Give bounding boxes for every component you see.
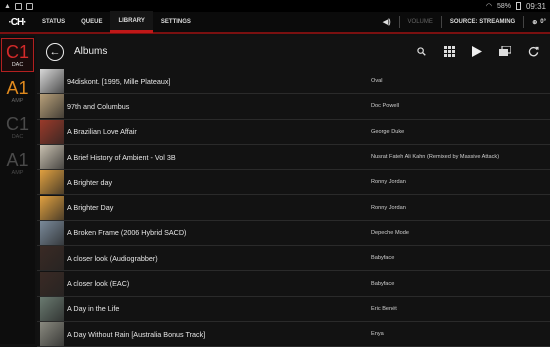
speaker-icon: ◀) [382, 19, 391, 26]
album-cover [40, 145, 64, 170]
temperature-value: 0° [540, 19, 546, 25]
zone-type: DAC [11, 133, 24, 140]
zone-type: DAC [11, 61, 24, 68]
grid-view-button[interactable] [442, 45, 456, 59]
header-actions [414, 45, 540, 59]
volume-control[interactable]: ◀) [379, 18, 395, 26]
album-row[interactable]: A Broken Frame (2006 Hybrid SACD) Depeche… [37, 220, 550, 247]
album-cover [40, 69, 64, 94]
album-artist: Eric Benét [371, 305, 397, 312]
album-title: A Day Without Rain [Australia Bonus Trac… [67, 329, 206, 339]
zone-a1-amp[interactable]: A1 AMP [1, 146, 34, 180]
album-artist: Depeche Mode [371, 229, 409, 236]
clock: 09:31 [525, 1, 546, 11]
album-title: A closer look (EAC) [67, 279, 130, 289]
album-cover [40, 195, 64, 220]
zone-code: A1 [6, 149, 29, 170]
zone-c1-dac-active[interactable]: C1 DAC [1, 38, 34, 72]
album-artist: Babyface [371, 255, 395, 262]
album-title: A Brief History of Ambient - Vol 3B [67, 152, 176, 162]
album-cover [40, 220, 64, 245]
warning-icon: ▲ [4, 2, 11, 10]
volume-label: VOLUME [407, 19, 433, 25]
zone-c1-dac[interactable]: C1 DAC [1, 110, 34, 144]
nav-controls: ◀) VOLUME SOURCE: STREAMING ⊕ 0° [379, 11, 550, 33]
album-row[interactable]: A Brighter Day Ronny Jordan [37, 195, 550, 221]
photo-icon [25, 2, 33, 10]
album-title: A Broken Frame (2006 Hybrid SACD) [67, 228, 187, 238]
queue-add-icon [499, 46, 511, 56]
album-row[interactable]: A Brief History of Ambient - Vol 3B Nusra… [37, 145, 550, 171]
temperature-readout: ⊕ 0° [528, 19, 550, 26]
zone-code: A1 [6, 77, 29, 98]
battery-icon [515, 2, 521, 10]
album-artist: Ronny Jordan [371, 179, 406, 186]
album-title: A closer look (Audiograbber) [67, 253, 158, 263]
tab-library[interactable]: LIBRARY [110, 11, 153, 33]
album-artist: Oval [371, 78, 383, 85]
album-title: A Brighter Day [67, 203, 114, 213]
refresh-icon [528, 46, 539, 57]
album-artist: Enya [371, 331, 384, 338]
arrow-left-icon: ← [49, 45, 61, 58]
album-title: A Brazilian Love Affair [67, 127, 137, 137]
tab-queue[interactable]: QUEUE [73, 11, 110, 33]
album-cover [40, 170, 64, 195]
zone-code: C1 [5, 113, 29, 134]
zone-type: AMP [11, 169, 24, 176]
source-selector[interactable]: SOURCE: STREAMING [446, 19, 519, 25]
album-title: A Day in the Life [67, 304, 120, 314]
search-icon [416, 47, 426, 56]
album-cover [40, 271, 64, 296]
tab-settings[interactable]: SETTINGS [153, 11, 199, 33]
thermometer-icon: ⊕ [532, 19, 538, 26]
battery-level: 58% [496, 2, 511, 10]
album-title: 94diskont. [1995, Mille Plateaux] [67, 76, 171, 86]
album-row[interactable]: A Brighter day Ronny Jordan [37, 170, 550, 196]
album-row[interactable]: A closer look (EAC) Babyface [37, 271, 550, 297]
album-row[interactable]: A Day in the Life Eric Benét [37, 296, 550, 322]
library-panel: ← Albums 94diskont. [1995, Mille Plateau… [37, 36, 550, 347]
album-artist: Doc Powell [371, 103, 399, 110]
album-row[interactable]: A closer look (Audiograbber) Babyface [37, 246, 550, 272]
play-icon [472, 46, 482, 57]
album-row[interactable]: A Day Without Rain [Australia Bonus Trac… [37, 322, 550, 347]
album-cover [40, 296, 64, 321]
album-row[interactable]: 97th and Columbus Doc Powell [37, 94, 550, 120]
grid-icon [443, 46, 455, 57]
album-title: 97th and Columbus [67, 101, 130, 111]
zone-sidebar: C1 DAC A1 AMP C1 DAC A1 AMP [0, 36, 35, 344]
refresh-button[interactable] [526, 45, 540, 59]
album-title: A Brighter day [67, 177, 113, 187]
album-cover [40, 246, 64, 271]
zone-type: AMP [11, 97, 24, 104]
album-cover [40, 322, 64, 347]
zone-a1-amp-active[interactable]: A1 AMP [1, 74, 34, 108]
zone-code: C1 [5, 41, 29, 62]
library-header: ← Albums [37, 36, 550, 67]
play-button[interactable] [470, 45, 484, 59]
image-icon [14, 2, 22, 10]
search-button[interactable] [414, 45, 428, 59]
album-row[interactable]: 94diskont. [1995, Mille Plateaux] Oval [37, 69, 550, 95]
album-artist: Nusrat Fateh Ali Kahn (Remixed by Massiv… [371, 154, 500, 161]
app-logo: ·CH· [8, 16, 26, 28]
back-button[interactable]: ← [46, 42, 64, 61]
album-cover [40, 94, 64, 119]
page-title: Albums [74, 46, 108, 57]
album-artist: Babyface [371, 280, 395, 287]
top-navigation: ·CH· STATUS QUEUE LIBRARY SETTINGS ◀) VO… [0, 11, 550, 34]
wifi-icon: ◠ [485, 3, 492, 10]
album-list: 94diskont. [1995, Mille Plateaux] Oval 97t… [37, 69, 550, 347]
tab-status[interactable]: STATUS [34, 11, 73, 33]
album-artist: George Duke [371, 128, 405, 135]
album-cover [40, 119, 64, 144]
album-artist: Ronny Jordan [371, 204, 406, 211]
album-row[interactable]: A Brazilian Love Affair George Duke [37, 119, 550, 145]
add-to-queue-button[interactable] [498, 45, 512, 59]
